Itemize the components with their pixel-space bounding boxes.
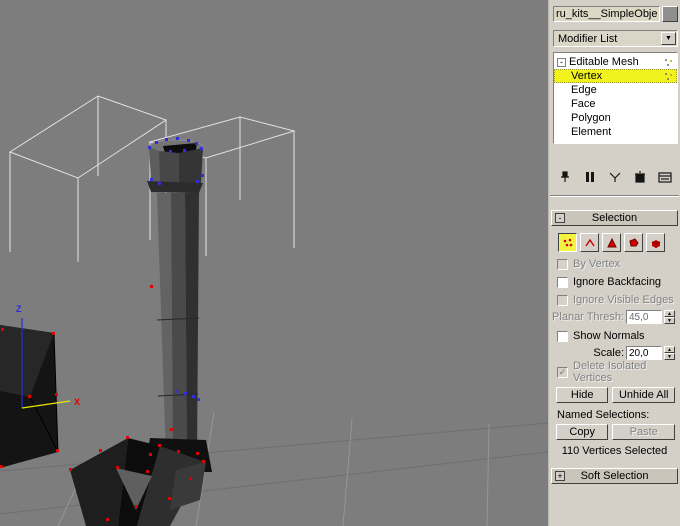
collapse-minus-icon[interactable]: - [555, 213, 565, 223]
polygon-mode-button[interactable] [624, 233, 643, 252]
checkbox-label: Show Normals [573, 330, 645, 342]
spin-down-icon[interactable]: ▼ [664, 352, 675, 360]
stack-item-editable-mesh[interactable]: - Editable Mesh [554, 55, 677, 69]
spinner-label: Scale: [593, 346, 624, 359]
selection-rollout-header[interactable]: - Selection [551, 210, 678, 226]
remove-modifier-button[interactable] [631, 169, 649, 185]
configure-modifier-sets-button[interactable] [656, 169, 674, 185]
viewport-3d-scene[interactable]: Z X [0, 0, 548, 526]
stack-item-face[interactable]: Face [554, 97, 677, 111]
stack-item-vertex[interactable]: Vertex [554, 69, 677, 83]
object-name-row [553, 6, 678, 22]
ignore-backfacing-checkbox[interactable]: Ignore Backfacing [557, 276, 680, 288]
scale-input[interactable]: 20,0 [626, 345, 662, 360]
spin-up-icon[interactable]: ▲ [664, 309, 675, 317]
checkbox-label: Ignore Visible Edges [573, 294, 674, 306]
modifier-list-dropdown[interactable]: Modifier List ▼ [553, 30, 678, 47]
stack-item-label: Face [571, 98, 596, 110]
spinner-arrows[interactable]: ▲ ▼ [664, 345, 675, 360]
scale-spinner-row: Scale: 20,0 ▲ ▼ [549, 345, 675, 360]
modifier-stack-list: - Editable Mesh Vertex Edge Face Polygon [553, 52, 678, 144]
face-mode-button[interactable] [602, 233, 621, 252]
stack-item-label: Polygon [571, 112, 611, 124]
stack-item-label: Edge [571, 84, 597, 96]
spinner-arrows[interactable]: ▲ ▼ [664, 309, 675, 324]
delete-isolated-vertices-checkbox[interactable]: ✓ Delete Isolated Vertices [557, 360, 680, 384]
spin-down-icon[interactable]: ▼ [664, 316, 675, 324]
selection-status-text: 110 Vertices Selected [561, 445, 668, 457]
show-end-result-button[interactable] [581, 169, 599, 185]
rollout-title: Soft Selection [580, 470, 649, 482]
perspective-viewport[interactable]: Z X [0, 0, 548, 526]
planar-thresh-input[interactable]: 45,0 [626, 309, 662, 324]
checkbox-label: By Vertex [573, 258, 621, 270]
element-mode-button[interactable] [646, 233, 665, 252]
unhide-all-button[interactable]: Unhide All [612, 387, 675, 403]
stack-item-element[interactable]: Element [554, 125, 677, 139]
checkbox-box [557, 294, 568, 306]
named-selections-label: Named Selections: [557, 409, 650, 421]
hide-button[interactable]: Hide [556, 387, 609, 403]
stack-item-polygon[interactable]: Polygon [554, 111, 677, 125]
checkbox-label: Delete Isolated Vertices [573, 360, 647, 384]
command-panel: Modifier List ▼ - Editable Mesh Vertex E… [548, 0, 680, 526]
object-name-field[interactable] [553, 6, 660, 22]
axis-z-label: Z [16, 304, 22, 314]
checkbox-box [557, 330, 568, 342]
vertex-mode-button[interactable] [558, 233, 577, 252]
checkbox-box [557, 258, 568, 270]
expand-plus-icon[interactable]: + [555, 471, 565, 481]
chevron-down-icon: ▼ [661, 32, 676, 45]
planar-thresh-spinner-row: Planar Thresh: 45,0 ▲ ▼ [549, 309, 675, 324]
spinner-label: Planar Thresh: [552, 310, 624, 323]
tree-collapse-icon[interactable]: - [557, 57, 566, 67]
make-unique-button[interactable] [606, 169, 624, 185]
stack-item-edge[interactable]: Edge [554, 83, 677, 97]
stack-item-label: Element [571, 126, 612, 138]
panel-divider [550, 195, 679, 197]
stack-toolbar [556, 168, 678, 186]
paste-button[interactable]: Paste [612, 424, 675, 440]
checkbox-box [557, 276, 568, 288]
ignore-visible-edges-checkbox[interactable]: Ignore Visible Edges [557, 294, 680, 306]
spin-up-icon[interactable]: ▲ [664, 345, 675, 353]
modifier-list-label: Modifier List [558, 32, 618, 45]
subobject-mode-row [558, 233, 680, 252]
copy-button[interactable]: Copy [556, 424, 609, 440]
rollout-title: Selection [591, 212, 638, 224]
hide-button-row: Hide Unhide All [556, 387, 675, 403]
by-vertex-checkbox[interactable]: By Vertex [557, 258, 680, 270]
axis-x-label: X [74, 397, 80, 407]
3ds-max-window: Z X ru_kits__SimpleObject Modifier List … [0, 0, 680, 526]
object-color-swatch[interactable] [662, 6, 678, 22]
stack-item-label: Editable Mesh [569, 56, 639, 68]
pin-stack-button[interactable] [556, 169, 574, 185]
stack-item-label: Vertex [571, 70, 603, 82]
copy-paste-row: Copy Paste [556, 424, 675, 440]
edge-mode-button[interactable] [580, 233, 599, 252]
checkbox-label: Ignore Backfacing [573, 276, 662, 288]
show-normals-checkbox[interactable]: Show Normals [557, 330, 680, 342]
checkbox-box-checked: ✓ [557, 366, 568, 378]
soft-selection-rollout-header[interactable]: + Soft Selection [551, 468, 678, 484]
